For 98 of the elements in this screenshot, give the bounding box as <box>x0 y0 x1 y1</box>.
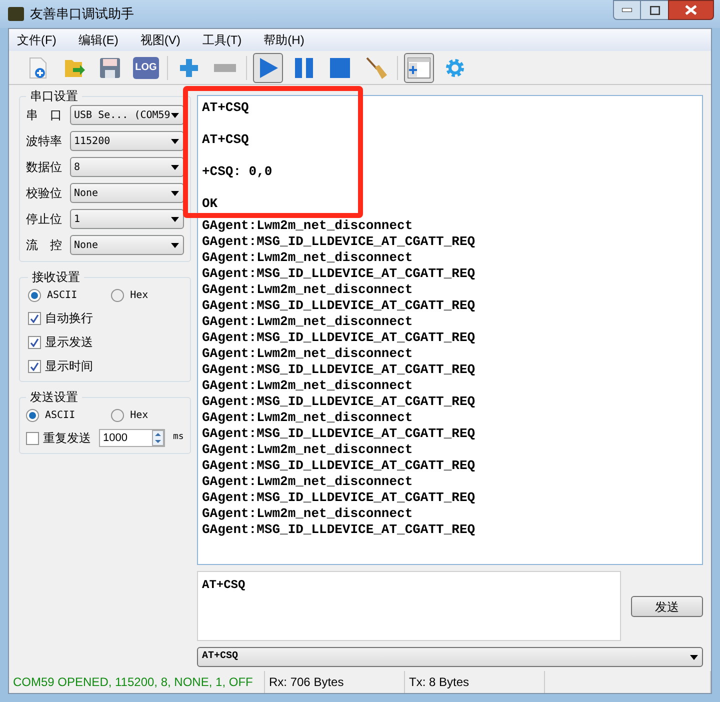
interval-spinbox[interactable]: 1000 <box>99 429 165 447</box>
checkbox-label: 重复发送 <box>43 430 91 447</box>
radio-button[interactable] <box>28 289 41 302</box>
radio-label: Hex <box>130 289 148 303</box>
settings-icon <box>444 56 466 78</box>
log-line: GAgent:MSG_ID_LLDEVICE_AT_CGATT_REQ <box>202 330 476 346</box>
field-label: 流 控 <box>26 237 63 254</box>
menu-item[interactable]: 编辑(E) <box>78 31 118 49</box>
maximize-button[interactable] <box>641 0 668 20</box>
dropdown[interactable]: 8 <box>70 157 184 177</box>
log-line: GAgent:MSG_ID_LLDEVICE_AT_CGATT_REQ <box>202 298 476 314</box>
caret-icon <box>171 112 179 118</box>
log-line: GAgent:Lwm2m_net_disconnect <box>202 442 414 458</box>
play-icon <box>257 56 279 78</box>
menu-item[interactable]: 文件(F) <box>17 31 56 49</box>
minimize-icon <box>622 8 632 12</box>
panel-add-icon <box>407 56 431 78</box>
group-title: 接收设置 <box>31 269 81 286</box>
close-button[interactable] <box>668 0 714 20</box>
broom-icon <box>364 56 388 80</box>
group-title: 发送设置 <box>29 389 79 406</box>
checkbox[interactable] <box>26 432 39 444</box>
field-label: 波特率 <box>26 133 63 150</box>
window-title: 友善串口调试助手 <box>30 5 134 24</box>
log-line: +CSQ: 0,0 <box>202 164 274 180</box>
caret-icon <box>171 216 179 222</box>
caret-icon <box>171 242 179 248</box>
status-text: Tx: 8 Bytes <box>405 671 545 693</box>
plus-icon <box>178 56 200 78</box>
radio-button[interactable] <box>111 289 124 302</box>
checkbox-label: 自动换行 <box>45 310 93 327</box>
checkbox[interactable] <box>28 360 41 372</box>
minimize-button[interactable] <box>613 0 641 20</box>
app-icon <box>8 7 24 21</box>
log-line: AT+CSQ <box>202 132 250 148</box>
check-icon <box>30 314 39 322</box>
radio-label: ASCII <box>47 289 78 303</box>
field-label: 串 口 <box>26 107 63 124</box>
field-label: 校验位 <box>26 185 63 202</box>
new-file-icon <box>27 56 49 80</box>
log-line: AT+CSQ <box>202 100 250 116</box>
dropdown[interactable]: None <box>70 183 184 203</box>
dropdown[interactable]: 1 <box>70 209 184 229</box>
status-text: Rx: 706 Bytes <box>265 671 405 693</box>
caret-icon <box>690 654 698 660</box>
checkbox-label: 显示发送 <box>45 334 93 351</box>
send-input[interactable]: AT+CSQ <box>197 571 621 641</box>
radio-label: ASCII <box>45 409 76 423</box>
radio-label: Hex <box>130 409 148 423</box>
close-icon <box>685 5 697 15</box>
group-title: 串口设置 <box>29 88 79 105</box>
menu-item[interactable]: 工具(T) <box>202 31 242 49</box>
status-text: COM59 OPENED, 115200, 8, NONE, 1, OFF <box>9 671 265 693</box>
caret-icon <box>171 190 179 196</box>
caret-icon <box>171 138 179 144</box>
log-line: GAgent:MSG_ID_LLDEVICE_AT_CGATT_REQ <box>202 490 476 506</box>
log-line: GAgent:MSG_ID_LLDEVICE_AT_CGATT_REQ <box>202 522 476 538</box>
log-line: GAgent:MSG_ID_LLDEVICE_AT_CGATT_REQ <box>202 266 476 282</box>
check-icon <box>30 362 39 370</box>
log-line: GAgent:Lwm2m_net_disconnect <box>202 474 414 490</box>
log-line: GAgent:MSG_ID_LLDEVICE_AT_CGATT_REQ <box>202 426 476 442</box>
checkbox[interactable] <box>28 312 41 324</box>
toolbar-button[interactable] <box>404 52 434 82</box>
field-label: 停止位 <box>26 211 63 228</box>
log-line: GAgent:MSG_ID_LLDEVICE_AT_CGATT_REQ <box>202 458 476 474</box>
toolbar-button[interactable] <box>253 52 283 82</box>
stop-icon <box>329 56 351 78</box>
caret-icon <box>171 164 179 170</box>
log-line: GAgent:Lwm2m_net_disconnect <box>202 506 414 522</box>
log-line: OK <box>202 196 219 212</box>
log-line: GAgent:Lwm2m_net_disconnect <box>202 378 414 394</box>
dropdown[interactable]: None <box>70 235 184 255</box>
log-line: GAgent:Lwm2m_net_disconnect <box>202 282 414 298</box>
pause-icon <box>293 56 315 78</box>
log-line: GAgent:Lwm2m_net_disconnect <box>202 250 414 266</box>
field-label: 数据位 <box>26 159 63 176</box>
log-line: GAgent:Lwm2m_net_disconnect <box>202 410 414 426</box>
spinner-arrows-icon <box>152 430 164 446</box>
radio-button[interactable] <box>111 409 124 422</box>
check-icon <box>30 338 39 346</box>
unit-label: ms <box>173 431 184 444</box>
menu-item[interactable]: 视图(V) <box>140 31 180 49</box>
minus-icon <box>214 64 236 72</box>
log-line: GAgent:Lwm2m_net_disconnect <box>202 314 414 330</box>
radio-button[interactable] <box>26 409 39 422</box>
dropdown[interactable]: USB Se... (COM59 <box>70 105 184 125</box>
log-line: GAgent:MSG_ID_LLDEVICE_AT_CGATT_REQ <box>202 394 476 410</box>
checkbox-label: 显示时间 <box>45 358 93 375</box>
maximize-icon <box>650 6 660 14</box>
log-line: GAgent:MSG_ID_LLDEVICE_AT_CGATT_REQ <box>202 362 476 378</box>
log-line: GAgent:Lwm2m_net_disconnect <box>202 346 414 362</box>
send-button[interactable]: 发送 <box>631 596 703 617</box>
menu-item[interactable]: 帮助(H) <box>264 31 304 49</box>
log-line: GAgent:Lwm2m_net_disconnect <box>202 218 414 234</box>
history-dropdown[interactable]: AT+CSQ <box>197 647 703 667</box>
dropdown[interactable]: 115200 <box>70 131 184 151</box>
log-line: GAgent:MSG_ID_LLDEVICE_AT_CGATT_REQ <box>202 234 476 250</box>
checkbox[interactable] <box>28 336 41 348</box>
